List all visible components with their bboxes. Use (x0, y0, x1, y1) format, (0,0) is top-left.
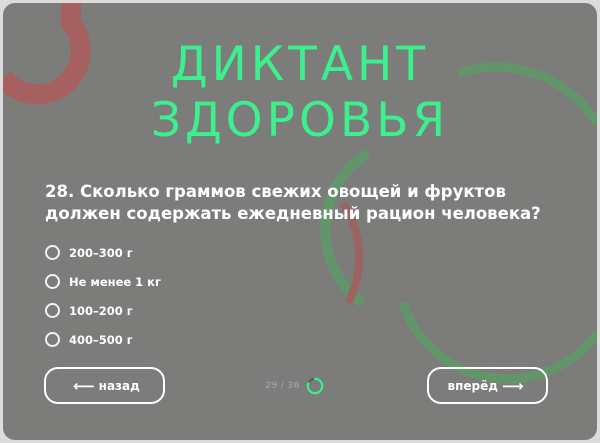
page-title: ДИКТАНТ ЗДОРОВЬЯ (3, 37, 597, 149)
title-line: ЗДОРОВЬЯ (150, 93, 450, 148)
answer-option[interactable]: Не менее 1 кг (45, 267, 161, 296)
radio-button[interactable] (45, 303, 60, 318)
next-button[interactable]: вперёд ⟶ (427, 367, 548, 404)
answer-option[interactable]: 400–500 г (45, 325, 161, 354)
answer-option-label: 400–500 г (69, 332, 133, 347)
answer-option-label: Не менее 1 кг (69, 274, 161, 289)
question-text: 28. Сколько граммов свежих овощей и фрук… (45, 182, 541, 223)
title-line: ДИКТАНТ (170, 37, 430, 92)
arrow-right-icon: ⟶ (501, 376, 524, 395)
answer-option-label: 200–300 г (69, 245, 133, 260)
answer-option-label: 100–200 г (69, 303, 133, 318)
green-arc-shape (320, 148, 371, 308)
radio-button[interactable] (45, 274, 60, 289)
radio-button[interactable] (45, 332, 60, 347)
answer-option[interactable]: 100–200 г (45, 296, 161, 325)
back-button[interactable]: ⟵ назад (44, 367, 165, 404)
progress-counter: 29 / 36 (265, 381, 300, 391)
arrow-left-icon: ⟵ (73, 376, 95, 395)
next-button-label: вперёд (447, 378, 498, 393)
quiz-card: ДИКТАНТ ЗДОРОВЬЯ 28. Сколько граммов све… (3, 3, 597, 440)
back-button-label: назад (98, 378, 140, 393)
progress-ring-icon (306, 377, 323, 395)
progress-indicator: 29 / 36 (265, 377, 324, 395)
radio-button[interactable] (45, 245, 60, 260)
answer-option[interactable]: 200–300 г (45, 238, 161, 267)
answer-options: 200–300 г Не менее 1 кг 100–200 г 400–50… (45, 238, 161, 354)
